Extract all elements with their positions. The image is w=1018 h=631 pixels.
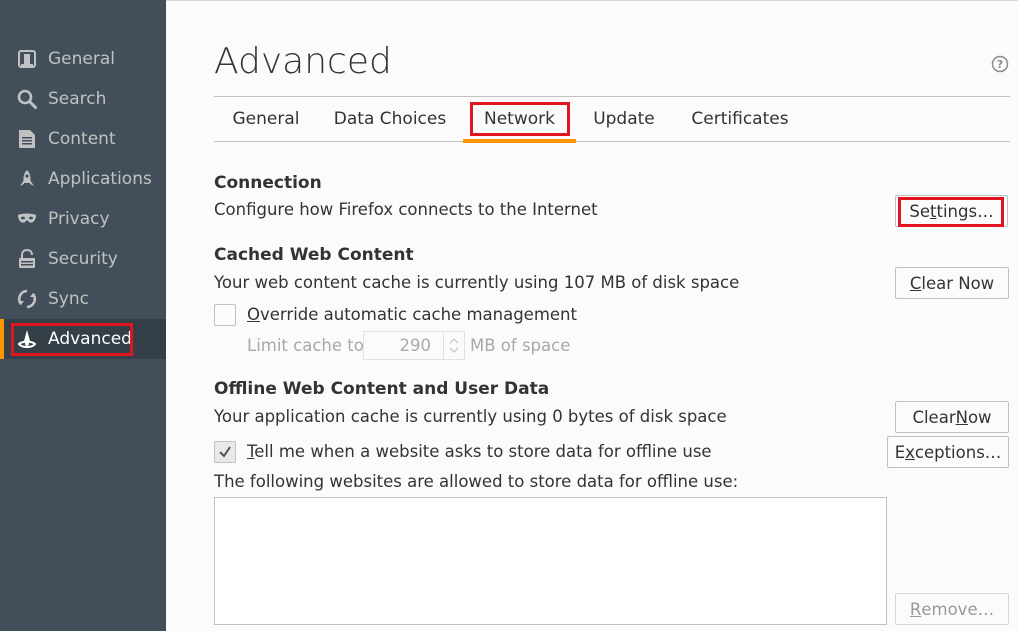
- tab-bar: General Data Choices Network Update Cert…: [214, 96, 1010, 143]
- privacy-mask-icon: [17, 209, 37, 229]
- tab-label: General: [232, 109, 300, 129]
- connection-description: Configure how Firefox connects to the In…: [214, 200, 598, 219]
- clear-offline-button[interactable]: Clear Now: [895, 401, 1009, 433]
- advanced-wizard-hat-icon: [17, 329, 37, 349]
- offline-description: Your application cache is currently usin…: [214, 407, 727, 426]
- sidebar-item-content[interactable]: Content: [0, 119, 166, 159]
- top-border: [166, 0, 1018, 1]
- offline-list-label: The following websites are allowed to st…: [214, 472, 739, 491]
- clear-cache-button[interactable]: Clear Now: [895, 267, 1009, 299]
- sync-icon: [17, 289, 37, 309]
- tab-label: Data Choices: [333, 109, 447, 129]
- cache-size-spinner[interactable]: [443, 332, 464, 359]
- cache-size-value: 290: [399, 336, 432, 355]
- general-icon: [17, 49, 37, 69]
- limit-cache-unit: MB of space: [470, 336, 571, 355]
- sidebar-item-advanced[interactable]: Advanced: [0, 319, 166, 359]
- search-icon: [17, 89, 37, 109]
- remove-button[interactable]: Remove…: [895, 593, 1009, 625]
- sidebar-item-security[interactable]: Security: [0, 239, 166, 279]
- checkmark-icon: [219, 446, 231, 458]
- override-cache-checkbox[interactable]: [214, 304, 236, 326]
- tab-label: Network: [484, 109, 555, 129]
- tab-label: Update: [593, 109, 655, 129]
- offline-websites-list[interactable]: [214, 497, 887, 625]
- tab-certificates[interactable]: Certificates: [676, 97, 804, 142]
- tab-label: Certificates: [691, 109, 789, 129]
- sidebar-item-general[interactable]: General: [0, 39, 166, 79]
- sidebar-item-search[interactable]: Search: [0, 79, 166, 119]
- sidebar-item-label: Privacy: [48, 209, 110, 229]
- connection-settings-button[interactable]: Se t tings…: [895, 195, 1008, 227]
- sidebar-item-sync[interactable]: Sync: [0, 279, 166, 319]
- sidebar-item-privacy[interactable]: Privacy: [0, 199, 166, 239]
- sidebar-item-label: Advanced: [48, 329, 132, 349]
- sidebar-item-label: Sync: [48, 289, 89, 309]
- help-icon[interactable]: ?: [991, 55, 1009, 73]
- offline-heading: Offline Web Content and User Data: [214, 379, 550, 399]
- sidebar-item-label: Search: [48, 89, 107, 109]
- security-lock-icon: [17, 249, 37, 269]
- tab-general[interactable]: General: [214, 97, 318, 142]
- tab-update[interactable]: Update: [580, 97, 668, 142]
- applications-icon: [17, 169, 37, 189]
- content-icon: [17, 129, 37, 149]
- tab-network[interactable]: Network: [463, 97, 576, 143]
- sidebar-item-label: Content: [48, 129, 116, 149]
- tell-offline-label[interactable]: Tell me when a website asks to store dat…: [247, 441, 712, 463]
- cache-size-input[interactable]: 290: [363, 331, 465, 360]
- tab-data-choices[interactable]: Data Choices: [321, 97, 459, 142]
- svg-text:?: ?: [997, 58, 1003, 71]
- connection-heading: Connection: [214, 173, 322, 193]
- exceptions-button[interactable]: Ex ceptions…: [887, 436, 1009, 468]
- sidebar-item-applications[interactable]: Applications: [0, 159, 166, 199]
- sidebar-item-label: General: [48, 49, 115, 69]
- sidebar-item-label: Security: [48, 249, 118, 269]
- sidebar: General Search Content Applications Priv…: [0, 0, 166, 631]
- tell-offline-checkbox[interactable]: [214, 441, 236, 463]
- limit-cache-label: Limit cache to: [247, 336, 364, 355]
- cache-heading: Cached Web Content: [214, 245, 414, 265]
- page-title: Advanced: [214, 41, 392, 82]
- sidebar-item-label: Applications: [48, 169, 152, 189]
- override-cache-label[interactable]: Override automatic cache management: [247, 304, 577, 326]
- cache-description: Your web content cache is currently usin…: [214, 273, 740, 292]
